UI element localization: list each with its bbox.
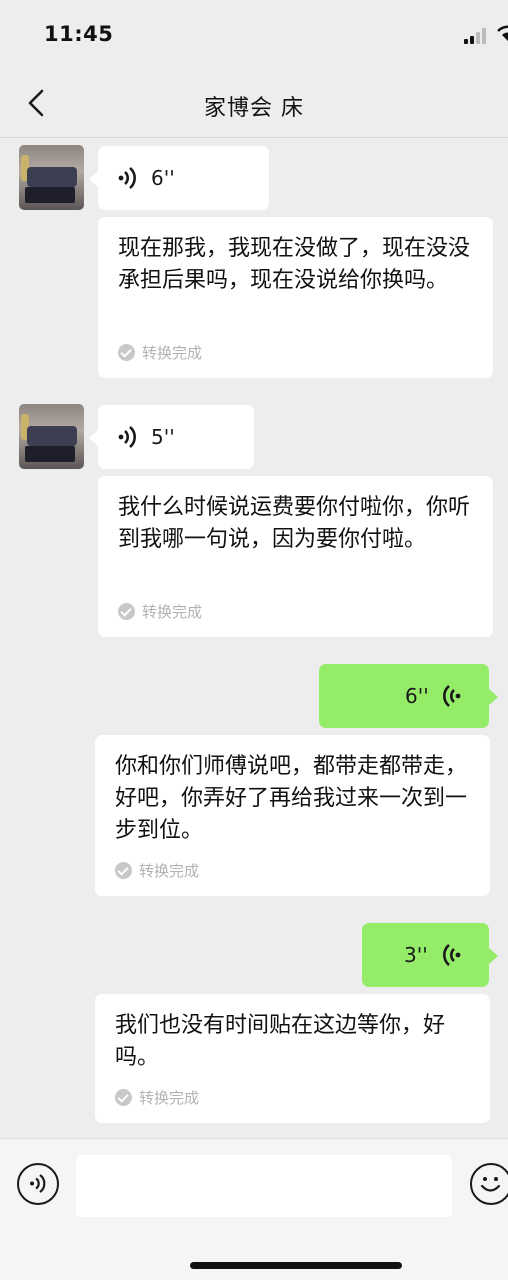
- wifi-icon: [496, 24, 508, 42]
- voice-message-bubble[interactable]: 5'': [89, 405, 254, 469]
- voice-transcript[interactable]: 我们也没有时间贴在这边等你，好吗。 转换完成: [95, 994, 490, 1123]
- voice-transcript[interactable]: 我什么时候说运费要你付啦你，你听到我哪一句说，因为要你付啦。 转换完成: [98, 476, 493, 637]
- sound-wave-icon: [118, 167, 136, 189]
- voice-transcript[interactable]: 你和你们师傅说吧，都带走都带走，好吧，你弄好了再给我过来一次到一步到位。 转换完…: [95, 735, 490, 896]
- check-circle-icon: [118, 344, 135, 361]
- chat-title: 家博会 床: [204, 96, 304, 121]
- voice-mode-icon: [30, 1174, 46, 1193]
- voice-duration: 5'': [151, 425, 175, 449]
- transcript-text: 我什么时候说运费要你付啦你，你听到我哪一句说，因为要你付啦。: [118, 495, 471, 552]
- sound-wave-icon: [118, 426, 136, 448]
- transcript-text: 现在那我，我现在没做了，现在没没承担后果吗，现在没说给你换吗。: [118, 236, 471, 293]
- status-time: 11:45: [44, 22, 114, 46]
- smiley-face-icon: [480, 1177, 501, 1192]
- voice-message-bubble[interactable]: 6'': [89, 146, 269, 210]
- voice-duration: 6'': [151, 166, 175, 190]
- transcript-status: 转换完成: [115, 860, 199, 880]
- check-circle-icon: [118, 603, 135, 620]
- input-bar: [0, 1138, 508, 1280]
- voice-duration: 3'': [404, 943, 428, 967]
- check-circle-icon: [115, 1089, 132, 1106]
- contact-avatar[interactable]: [19, 145, 84, 210]
- check-circle-icon: [115, 862, 132, 879]
- transcript-status: 转换完成: [115, 1087, 199, 1107]
- sound-wave-icon: [443, 685, 461, 707]
- voice-duration: 6'': [405, 684, 429, 708]
- transcript-status: 转换完成: [118, 601, 202, 621]
- voice-transcript[interactable]: 现在那我，我现在没做了，现在没没承担后果吗，现在没说给你换吗。 转换完成: [98, 217, 493, 378]
- signal-icon: [464, 28, 490, 44]
- transcript-text: 你和你们师傅说吧，都带走都带走，好吧，你弄好了再给我过来一次到一步到位。: [115, 754, 468, 843]
- status-bar: 11:45: [0, 0, 508, 68]
- transcript-status: 转换完成: [118, 342, 202, 362]
- message-input[interactable]: [76, 1155, 452, 1217]
- emoji-button[interactable]: [470, 1163, 508, 1205]
- voice-message-bubble-sent[interactable]: 6'': [319, 664, 498, 728]
- voice-mode-button[interactable]: [17, 1163, 59, 1205]
- voice-message-bubble-sent[interactable]: 3'': [362, 923, 498, 987]
- transcript-text: 我们也没有时间贴在这边等你，好吗。: [115, 1013, 446, 1070]
- chat-header: 家博会 床: [0, 68, 508, 138]
- home-indicator[interactable]: [190, 1262, 402, 1269]
- sound-wave-icon: [443, 944, 461, 966]
- contact-avatar[interactable]: [19, 404, 84, 469]
